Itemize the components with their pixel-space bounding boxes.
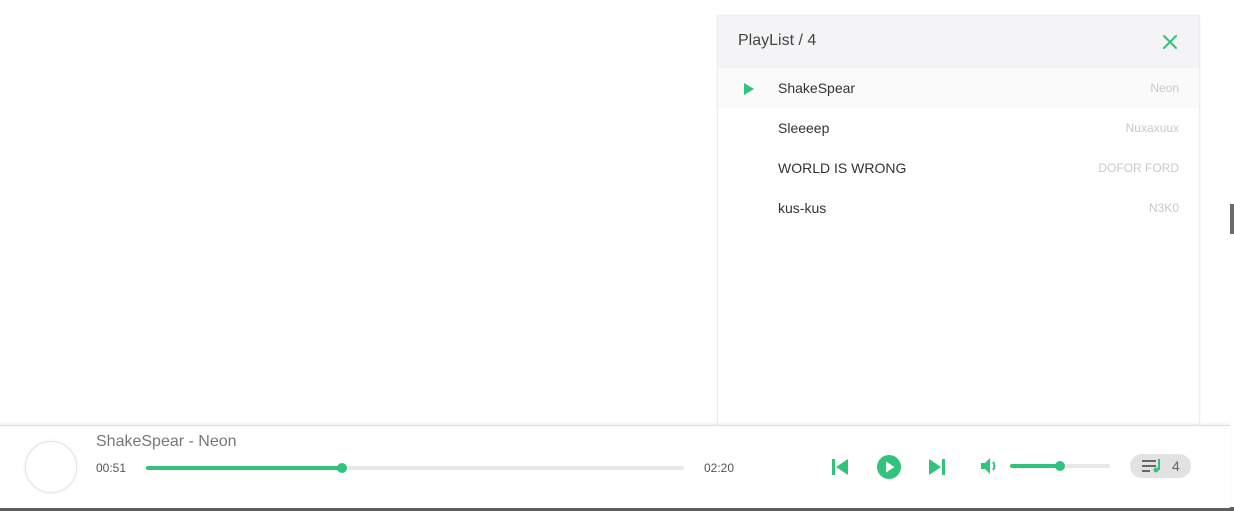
window-right-edge [1230, 0, 1234, 511]
track-item[interactable]: kus-kus N3K0 [718, 188, 1199, 228]
track-artist: Neon [1150, 81, 1179, 95]
track-item[interactable]: ShakeSpear Neon [718, 68, 1199, 108]
track-title: WORLD IS WRONG [778, 160, 907, 176]
volume-icon[interactable] [978, 455, 1000, 477]
album-cover [25, 441, 77, 493]
now-playing-title: ShakeSpear - Neon [96, 433, 237, 450]
track-list: ShakeSpear Neon Sleeeep Nuxaxuux WORLD I… [718, 68, 1199, 228]
progress-thumb[interactable] [336, 463, 347, 473]
playlist-panel: PlayList / 4 ShakeSpear Neon Sleeeep Nux… [717, 15, 1200, 428]
total-time: 02:20 [704, 461, 735, 475]
play-indicator-icon [743, 82, 755, 95]
volume-slider[interactable] [1010, 461, 1110, 471]
play-circle-icon[interactable] [876, 454, 902, 480]
track-artist: DOFOR FORD [1098, 161, 1179, 175]
playlist-toggle-button[interactable]: 4 [1130, 454, 1191, 478]
close-icon[interactable] [1161, 33, 1179, 51]
track-title: Sleeeep [778, 120, 830, 136]
scrollbar-thumb[interactable] [1230, 204, 1234, 234]
track-item[interactable]: Sleeeep Nuxaxuux [718, 108, 1199, 148]
volume-thumb[interactable] [1055, 461, 1065, 471]
playlist-header: PlayList / 4 [718, 16, 1199, 68]
skip-previous-icon[interactable] [829, 456, 851, 478]
playlist-icon [1142, 459, 1160, 473]
current-time: 00:51 [96, 461, 127, 475]
volume-fill [1010, 464, 1060, 468]
skip-next-icon[interactable] [926, 456, 948, 478]
track-title: ShakeSpear [778, 80, 856, 96]
track-artist: N3K0 [1148, 201, 1179, 215]
playlist-title: PlayList / 4 [738, 32, 817, 49]
playlist-count: 4 [1172, 458, 1180, 474]
progress-bar[interactable] [146, 463, 684, 473]
track-artist: Nuxaxuux [1125, 121, 1179, 135]
player-bar: ShakeSpear - Neon 00:51 02:20 4 [0, 425, 1230, 508]
track-item[interactable]: WORLD IS WRONG DOFOR FORD [718, 148, 1199, 188]
track-title: kus-kus [778, 200, 827, 216]
progress-fill [146, 466, 342, 470]
